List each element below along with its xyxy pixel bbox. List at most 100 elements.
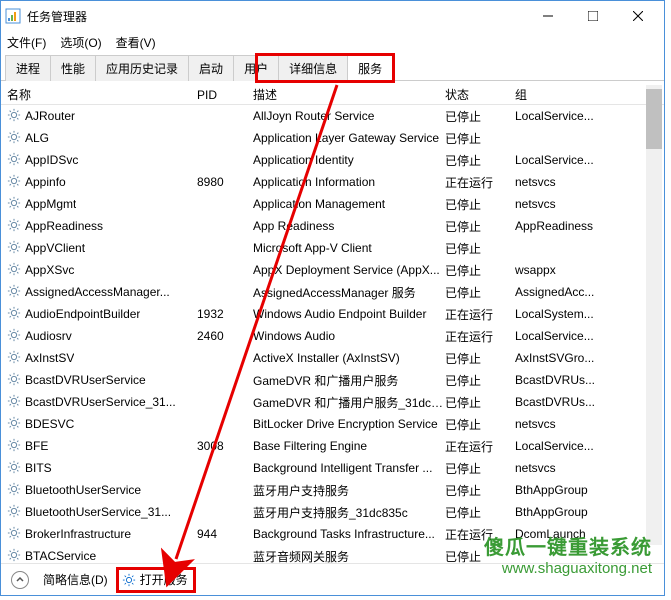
tab-用户[interactable]: 用户 xyxy=(233,55,279,81)
minimize-button[interactable] xyxy=(525,2,570,30)
service-status: 已停止 xyxy=(445,548,515,564)
menu-options[interactable]: 选项(O) xyxy=(60,34,101,51)
service-desc: Application Information xyxy=(253,175,445,189)
service-desc: GameDVR 和广播用户服务_31dc8... xyxy=(253,394,445,411)
column-headers: 名称 PID 描述 状态 组 xyxy=(1,81,664,105)
table-row[interactable]: BluetoothUserService蓝牙用户支持服务已停止BthAppGro… xyxy=(1,479,664,501)
table-row[interactable]: ALGApplication Layer Gateway Service已停止 xyxy=(1,127,664,149)
gear-icon xyxy=(7,504,25,521)
open-services-link[interactable]: 打开服务 xyxy=(122,571,188,588)
service-group: BthAppGroup xyxy=(515,505,625,519)
table-row[interactable]: BITSBackground Intelligent Transfer ...已… xyxy=(1,457,664,479)
service-pid: 944 xyxy=(197,527,253,541)
service-desc: AppX Deployment Service (AppX... xyxy=(253,263,445,277)
service-status: 已停止 xyxy=(445,108,515,125)
table-row[interactable]: AppVClientMicrosoft App-V Client已停止 xyxy=(1,237,664,259)
tab-性能[interactable]: 性能 xyxy=(50,55,96,81)
table-row[interactable]: AudioEndpointBuilder 1932Windows Audio En… xyxy=(1,303,664,325)
service-desc: 蓝牙用户支持服务_31dc835c xyxy=(253,504,445,521)
table-row[interactable]: BDESVC BitLocker Drive Encryption Service… xyxy=(1,413,664,435)
gear-icon xyxy=(7,548,25,564)
tab-进程[interactable]: 进程 xyxy=(5,55,51,81)
service-status: 正在运行 xyxy=(445,328,515,345)
expand-button[interactable] xyxy=(11,571,29,589)
service-desc: Microsoft App-V Client xyxy=(253,241,445,255)
table-row[interactable]: BrokerInfrastructure 944Background Tasks … xyxy=(1,523,664,545)
table-row[interactable]: Audiosrv2460Windows Audio正在运行LocalServic… xyxy=(1,325,664,347)
gear-icon xyxy=(7,108,25,125)
service-desc: GameDVR 和广播用户服务 xyxy=(253,372,445,389)
gear-icon xyxy=(7,372,25,389)
service-status: 已停止 xyxy=(445,152,515,169)
table-row[interactable]: AxInstSVActiveX Installer (AxInstSV)已停止A… xyxy=(1,347,664,369)
service-status: 正在运行 xyxy=(445,306,515,323)
service-group: BcastDVRUs... xyxy=(515,373,625,387)
titlebar: 任务管理器 xyxy=(1,1,664,31)
menubar: 文件(F) 选项(O) 查看(V) xyxy=(1,31,664,53)
table-row[interactable]: BTACService蓝牙音频网关服务已停止 xyxy=(1,545,664,563)
table-row[interactable]: BluetoothUserService_31...蓝牙用户支持服务_31dc8… xyxy=(1,501,664,523)
gear-icon xyxy=(7,262,25,279)
gear-icon xyxy=(7,482,25,499)
service-status: 正在运行 xyxy=(445,174,515,191)
service-status: 正在运行 xyxy=(445,438,515,455)
menu-file[interactable]: 文件(F) xyxy=(7,34,46,51)
table-row[interactable]: AssignedAccessManager...AssignedAccessMa… xyxy=(1,281,664,303)
service-name: BrokerInfrastructure xyxy=(25,527,131,541)
table-row[interactable]: BFE3008Base Filtering Engine正在运行LocalSer… xyxy=(1,435,664,457)
table-row[interactable]: AJRouterAllJoyn Router Service已停止LocalSe… xyxy=(1,105,664,127)
gear-icon xyxy=(7,130,25,147)
service-group: BthAppGroup xyxy=(515,483,625,497)
service-name: BDESVC xyxy=(25,417,74,431)
tab-服务[interactable]: 服务 xyxy=(347,55,393,81)
table-row[interactable]: Appinfo8980Application Information正在运行ne… xyxy=(1,171,664,193)
table-row[interactable]: BcastDVRUserService_31...GameDVR 和广播用户服务… xyxy=(1,391,664,413)
table-row[interactable]: AppXSvcAppX Deployment Service (AppX...已… xyxy=(1,259,664,281)
header-name[interactable]: 名称 xyxy=(7,86,197,103)
service-group: LocalService... xyxy=(515,439,625,453)
close-button[interactable] xyxy=(615,2,660,30)
tab-应用历史记录[interactable]: 应用历史记录 xyxy=(95,55,189,81)
tabbar: 进程性能应用历史记录启动用户详细信息服务 xyxy=(1,55,664,81)
service-group: AssignedAcc... xyxy=(515,285,625,299)
service-desc: BitLocker Drive Encryption Service xyxy=(253,417,445,431)
header-desc[interactable]: 描述 xyxy=(253,86,445,103)
menu-view[interactable]: 查看(V) xyxy=(116,34,156,51)
table-row[interactable]: BcastDVRUserServiceGameDVR 和广播用户服务已停止Bca… xyxy=(1,369,664,391)
table-row[interactable]: AppReadinessApp Readiness已停止AppReadiness xyxy=(1,215,664,237)
service-desc: 蓝牙音频网关服务 xyxy=(253,548,445,564)
tab-启动[interactable]: 启动 xyxy=(188,55,234,81)
service-pid: 1932 xyxy=(197,307,253,321)
table-row[interactable]: AppIDSvcApplication Identity已停止LocalServ… xyxy=(1,149,664,171)
scrollbar[interactable] xyxy=(646,85,662,545)
service-name: AppIDSvc xyxy=(25,153,78,167)
header-group[interactable]: 组 xyxy=(515,86,625,103)
table-row[interactable]: AppMgmtApplication Management已停止netsvcs xyxy=(1,193,664,215)
gear-icon xyxy=(122,573,136,587)
header-status[interactable]: 状态 xyxy=(445,86,515,103)
service-status: 已停止 xyxy=(445,460,515,477)
service-desc: Base Filtering Engine xyxy=(253,439,445,453)
service-group: AxInstSVGro... xyxy=(515,351,625,365)
service-name: AudioEndpointBuilder xyxy=(25,307,140,321)
header-pid[interactable]: PID xyxy=(197,88,253,102)
service-desc: Background Tasks Infrastructure... xyxy=(253,527,445,541)
scroll-thumb[interactable] xyxy=(646,89,662,149)
service-name: AxInstSV xyxy=(25,351,74,365)
service-status: 已停止 xyxy=(445,504,515,521)
service-group: LocalSystem... xyxy=(515,307,625,321)
gear-icon xyxy=(7,306,25,323)
service-group: BcastDVRUs... xyxy=(515,395,625,409)
brief-info-link[interactable]: 简略信息(D) xyxy=(43,571,108,588)
service-name: BFE xyxy=(25,439,48,453)
gear-icon xyxy=(7,416,25,433)
gear-icon xyxy=(7,196,25,213)
service-group: netsvcs xyxy=(515,417,625,431)
maximize-button[interactable] xyxy=(570,2,615,30)
service-status: 已停止 xyxy=(445,284,515,301)
service-status: 已停止 xyxy=(445,240,515,257)
tab-详细信息[interactable]: 详细信息 xyxy=(278,55,348,81)
gear-icon xyxy=(7,284,25,301)
gear-icon xyxy=(7,328,25,345)
service-desc: Windows Audio Endpoint Builder xyxy=(253,307,445,321)
